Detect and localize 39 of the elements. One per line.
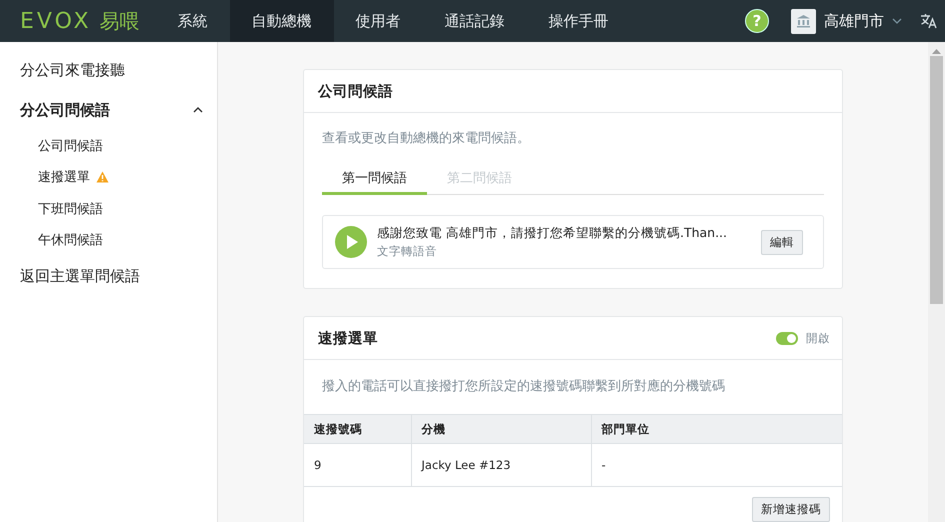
nav-tab[interactable]: 自動總機 (230, 0, 334, 42)
sidebar-subitem[interactable]: 速撥選單 (38, 168, 90, 186)
store-name[interactable]: 高雄門市 (824, 12, 884, 30)
card-description: 查看或更改自動總機的來電問候語。 (321, 130, 531, 147)
edit-button[interactable]: 編輯 (761, 230, 803, 254)
toggle-switch[interactable] (776, 332, 798, 344)
toggle-label: 開啟 (806, 330, 830, 346)
logo-name: 易喂 (100, 8, 140, 34)
sidebar-item[interactable]: 分公司來電接聽 (20, 60, 125, 80)
table-cell: Jacky Lee #123 (411, 444, 591, 486)
sidebar-subitem[interactable]: 下班問候語 (38, 200, 103, 218)
card-title: 公司問候語 (318, 82, 393, 100)
card-title: 速撥選單 (318, 330, 378, 348)
scroll-up-icon[interactable] (932, 48, 941, 54)
greeting-tab[interactable]: 第一問候語 (322, 167, 427, 195)
greeting-text: 感謝您致電 高雄門市，請撥打您希望聯繫的分機號碼.Than... (377, 225, 728, 242)
table-cell: - (591, 444, 842, 486)
nav-tab[interactable]: 操作手冊 (526, 0, 631, 42)
nav-tab[interactable]: 使用者 (334, 0, 423, 42)
chevron-down-icon[interactable] (892, 18, 902, 24)
scrollbar[interactable] (928, 42, 945, 522)
chevron-up-icon[interactable] (193, 107, 203, 113)
nav-tab[interactable]: 系統 (156, 0, 230, 42)
play-icon[interactable] (335, 226, 367, 258)
add-speed-dial-button[interactable]: 新增速撥碼 (752, 497, 830, 522)
column-header: 分機 (411, 414, 591, 444)
column-header: 速撥號碼 (304, 414, 411, 444)
nav-tab[interactable]: 通話記錄 (422, 0, 527, 42)
sidebar-item[interactable]: 分公司問候語 (0, 90, 217, 130)
sidebar-item[interactable]: 返回主選單問候語 (20, 266, 140, 286)
table-cell: 9 (304, 444, 411, 486)
greeting-type: 文字轉語音 (377, 244, 438, 259)
sidebar-subitem[interactable]: 午休問候語 (38, 231, 103, 250)
logo-text: EVOX (20, 8, 92, 34)
building-icon (791, 8, 816, 34)
column-header: 部門單位 (591, 414, 842, 444)
sidebar-subitem[interactable]: 公司問候語 (38, 136, 103, 155)
card-description: 撥入的電話可以直接撥打您所設定的速撥號碼聯繫到所對應的分機號碼 (321, 378, 726, 396)
translate-icon[interactable] (920, 13, 937, 29)
